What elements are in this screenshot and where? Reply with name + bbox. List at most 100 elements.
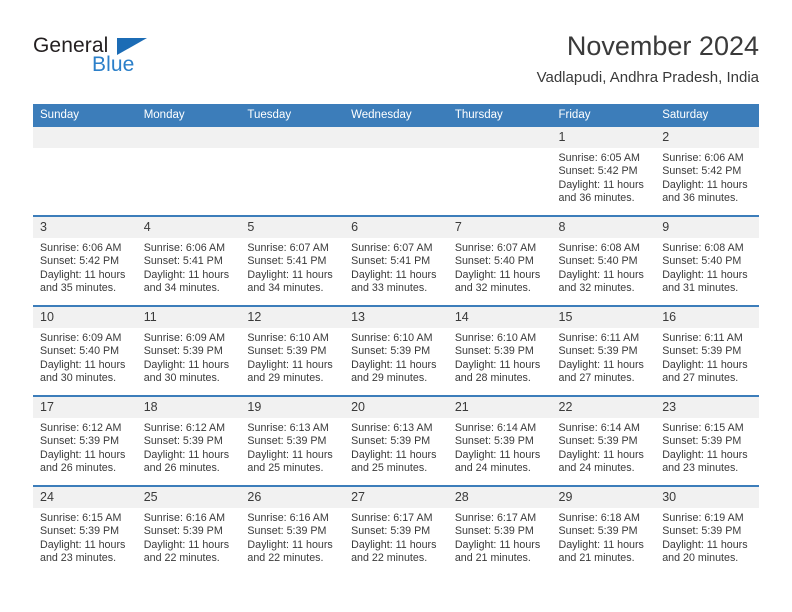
daylight-text: Daylight: 11 hours and 32 minutes. [558, 268, 644, 295]
calendar-day-cell[interactable]: 9 Sunrise: 6:08 AM Sunset: 5:40 PM Daylight… [655, 215, 759, 306]
day-cell-inner: 30 Sunrise: 6:19 AM Sunset: 5:39 PM Dayligh… [655, 487, 759, 575]
day-details: Sunrise: 6:16 AM Sunset: 5:39 PM Daylight:… [240, 508, 344, 566]
day-cell-inner: 16 Sunrise: 6:11 AM Sunset: 5:39 PM Dayligh… [655, 307, 759, 395]
day-cell-inner [33, 127, 137, 215]
page-subtitle-location: Vadlapudi, Andhra Pradesh, India [536, 69, 759, 86]
day-cell-inner: 26 Sunrise: 6:16 AM Sunset: 5:39 PM Dayligh… [240, 487, 345, 575]
weekday-header-wednesday: Wednesday [344, 104, 448, 127]
sunrise-text: Sunrise: 6:07 AM [454, 242, 537, 254]
sunset-text: Sunset: 5:39 PM [351, 345, 431, 358]
day-number [33, 127, 137, 148]
weekday-header-tuesday: Tuesday [240, 104, 345, 127]
calendar-page: General Blue November 2024 Vadlapudi, An… [0, 0, 792, 612]
calendar-day-cell[interactable]: 14 Sunrise: 6:10 AM Sunset: 5:39 PM Dayligh… [447, 305, 552, 396]
calendar-day-cell[interactable]: 24 Sunrise: 6:15 AM Sunset: 5:39 PM Dayligh… [33, 485, 137, 575]
day-details: Sunrise: 6:06 AM Sunset: 5:42 PM Daylight:… [33, 238, 137, 296]
sunset-text: Sunset: 5:39 PM [143, 345, 223, 358]
sunrise-text: Sunrise: 6:16 AM [143, 512, 226, 524]
day-number [447, 127, 552, 148]
calendar-day-cell[interactable]: 22 Sunrise: 6:14 AM Sunset: 5:39 PM Dayligh… [551, 395, 656, 486]
calendar-day-cell[interactable]: 29 Sunrise: 6:18 AM Sunset: 5:39 PM Dayligh… [551, 485, 656, 575]
day-cell-inner: 10 Sunrise: 6:09 AM Sunset: 5:40 PM Dayligh… [33, 307, 137, 395]
day-cell-inner: 4 Sunrise: 6:06 AM Sunset: 5:41 PM Daylight… [136, 217, 241, 305]
sunset-text: Sunset: 5:39 PM [662, 345, 742, 358]
day-number: 29 [551, 487, 656, 508]
sunrise-text: Sunrise: 6:11 AM [662, 332, 743, 344]
calendar-day-cell[interactable]: 23 Sunrise: 6:15 AM Sunset: 5:39 PM Dayligh… [655, 395, 759, 486]
calendar-day-cell[interactable]: 13 Sunrise: 6:10 AM Sunset: 5:39 PM Dayligh… [344, 305, 448, 396]
calendar-day-cell[interactable]: 8 Sunrise: 6:08 AM Sunset: 5:40 PM Daylight… [551, 215, 656, 306]
day-details: Sunrise: 6:13 AM Sunset: 5:39 PM Daylight:… [344, 418, 448, 476]
calendar-day-cell[interactable]: 21 Sunrise: 6:14 AM Sunset: 5:39 PM Dayligh… [447, 395, 552, 486]
calendar-day-cell[interactable]: 2 Sunrise: 6:06 AM Sunset: 5:42 PM Daylight… [655, 127, 759, 216]
sunset-text: Sunset: 5:41 PM [351, 255, 431, 268]
day-cell-inner: 25 Sunrise: 6:16 AM Sunset: 5:39 PM Dayligh… [136, 487, 241, 575]
day-cell-inner [447, 127, 552, 215]
day-cell-inner: 23 Sunrise: 6:15 AM Sunset: 5:39 PM Dayligh… [655, 397, 759, 485]
day-number [240, 127, 345, 148]
daylight-text: Daylight: 11 hours and 30 minutes. [143, 358, 230, 385]
sunrise-text: Sunrise: 6:10 AM [454, 332, 537, 344]
weekday-header-monday: Monday [136, 104, 241, 127]
page-title: November 2024 [566, 31, 759, 61]
day-details: Sunrise: 6:09 AM Sunset: 5:39 PM Daylight:… [137, 328, 241, 386]
calendar-day-cell[interactable]: 4 Sunrise: 6:06 AM Sunset: 5:41 PM Daylight… [136, 215, 241, 306]
day-number: 13 [344, 307, 448, 328]
calendar-day-cell[interactable]: 25 Sunrise: 6:16 AM Sunset: 5:39 PM Dayligh… [136, 485, 241, 575]
calendar-day-cell[interactable]: 6 Sunrise: 6:07 AM Sunset: 5:41 PM Daylight… [344, 215, 448, 306]
sunrise-text: Sunrise: 6:15 AM [662, 422, 744, 434]
day-details: Sunrise: 6:05 AM Sunset: 5:42 PM Daylight:… [552, 148, 656, 206]
daylight-text: Daylight: 11 hours and 33 minutes. [351, 268, 437, 295]
day-number: 3 [33, 217, 137, 238]
sunset-text: Sunset: 5:39 PM [247, 525, 327, 538]
day-cell-inner: 9 Sunrise: 6:08 AM Sunset: 5:40 PM Daylight… [655, 217, 759, 305]
calendar-body: 1 Sunrise: 6:05 AM Sunset: 5:42 PM Daylight… [33, 127, 759, 575]
daylight-text: Daylight: 11 hours and 34 minutes. [143, 268, 230, 295]
calendar-day-cell[interactable]: 18 Sunrise: 6:12 AM Sunset: 5:39 PM Dayligh… [136, 395, 241, 486]
calendar-day-cell[interactable]: 17 Sunrise: 6:12 AM Sunset: 5:39 PM Dayligh… [33, 395, 137, 486]
sunrise-text: Sunrise: 6:14 AM [558, 422, 640, 434]
day-cell-inner [136, 127, 241, 215]
daylight-text: Daylight: 11 hours and 28 minutes. [454, 358, 541, 385]
sunset-text: Sunset: 5:40 PM [40, 345, 120, 358]
sunset-text: Sunset: 5:39 PM [247, 435, 327, 448]
sunrise-text: Sunrise: 6:07 AM [247, 242, 329, 254]
calendar-day-cell[interactable]: 26 Sunrise: 6:16 AM Sunset: 5:39 PM Dayligh… [240, 485, 345, 575]
daylight-text: Daylight: 11 hours and 22 minutes. [351, 538, 437, 565]
calendar-day-cell[interactable]: 12 Sunrise: 6:10 AM Sunset: 5:39 PM Dayligh… [240, 305, 345, 396]
calendar-day-cell[interactable]: 3 Sunrise: 6:06 AM Sunset: 5:42 PM Daylight… [33, 215, 137, 306]
day-cell-inner: 22 Sunrise: 6:14 AM Sunset: 5:39 PM Dayligh… [551, 397, 656, 485]
sunset-text: Sunset: 5:39 PM [454, 345, 534, 358]
daylight-text: Daylight: 11 hours and 23 minutes. [662, 448, 748, 475]
day-number: 27 [344, 487, 448, 508]
calendar-day-cell[interactable]: 20 Sunrise: 6:13 AM Sunset: 5:39 PM Dayligh… [344, 395, 448, 486]
calendar-day-cell[interactable]: 28 Sunrise: 6:17 AM Sunset: 5:39 PM Dayligh… [447, 485, 552, 575]
calendar-day-cell[interactable]: 5 Sunrise: 6:07 AM Sunset: 5:41 PM Daylight… [240, 215, 345, 306]
daylight-text: Daylight: 11 hours and 35 minutes. [40, 268, 126, 295]
calendar-day-cell[interactable]: 11 Sunrise: 6:09 AM Sunset: 5:39 PM Dayligh… [136, 305, 241, 396]
calendar-day-cell[interactable]: 1 Sunrise: 6:05 AM Sunset: 5:42 PM Daylight… [551, 127, 656, 216]
calendar-day-cell-empty [33, 127, 137, 216]
day-cell-inner [344, 127, 448, 215]
sunrise-text: Sunrise: 6:18 AM [558, 512, 640, 524]
day-cell-inner: 1 Sunrise: 6:05 AM Sunset: 5:42 PM Daylight… [551, 127, 656, 215]
sunrise-text: Sunrise: 6:14 AM [454, 422, 537, 434]
general-blue-logo[interactable]: General Blue [33, 34, 223, 84]
day-number [136, 127, 241, 148]
calendar-day-cell[interactable]: 19 Sunrise: 6:13 AM Sunset: 5:39 PM Dayligh… [240, 395, 345, 486]
day-details: Sunrise: 6:12 AM Sunset: 5:39 PM Daylight:… [33, 418, 137, 476]
calendar-day-cell[interactable]: 15 Sunrise: 6:11 AM Sunset: 5:39 PM Dayligh… [551, 305, 656, 396]
day-number: 1 [551, 127, 656, 148]
day-details: Sunrise: 6:10 AM Sunset: 5:39 PM Daylight:… [344, 328, 448, 386]
day-number: 18 [136, 397, 241, 418]
calendar-day-cell[interactable]: 27 Sunrise: 6:17 AM Sunset: 5:39 PM Dayligh… [344, 485, 448, 575]
day-cell-inner: 15 Sunrise: 6:11 AM Sunset: 5:39 PM Dayligh… [551, 307, 656, 395]
day-number: 2 [655, 127, 759, 148]
calendar-day-cell[interactable]: 7 Sunrise: 6:07 AM Sunset: 5:40 PM Daylight… [447, 215, 552, 306]
day-details: Sunrise: 6:17 AM Sunset: 5:39 PM Daylight:… [344, 508, 448, 566]
calendar-day-cell[interactable]: 10 Sunrise: 6:09 AM Sunset: 5:40 PM Dayligh… [33, 305, 137, 396]
daylight-text: Daylight: 11 hours and 31 minutes. [662, 268, 748, 295]
calendar-day-cell[interactable]: 30 Sunrise: 6:19 AM Sunset: 5:39 PM Dayligh… [655, 485, 759, 575]
calendar-day-cell[interactable]: 16 Sunrise: 6:11 AM Sunset: 5:39 PM Dayligh… [655, 305, 759, 396]
day-number: 28 [447, 487, 552, 508]
